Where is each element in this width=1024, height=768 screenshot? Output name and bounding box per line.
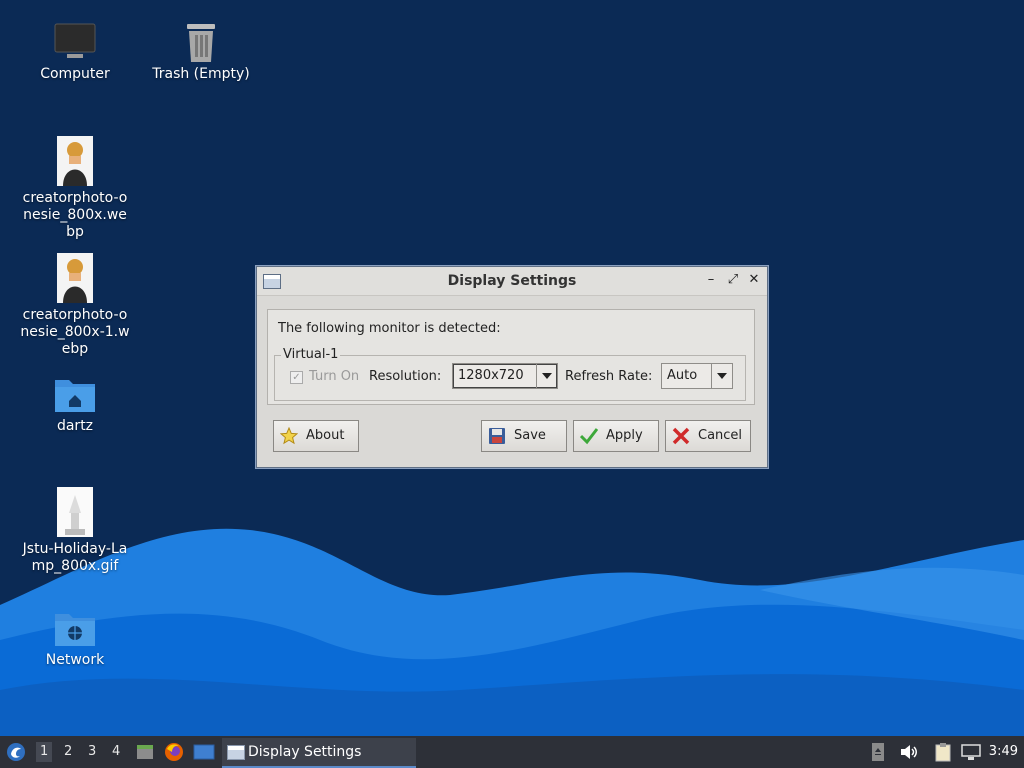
window-app-icon [227,745,245,760]
workspace-4[interactable]: 4 [112,744,120,759]
eject-icon[interactable] [871,742,885,762]
detected-monitor-text: The following monitor is detected: [278,321,501,336]
network-status-icon[interactable] [960,742,982,762]
minimize-icon[interactable]: – [703,272,719,288]
start-menu-icon[interactable] [6,742,26,762]
cancel-button-label: Cancel [698,428,743,443]
taskbar-task-display-settings[interactable]: Display Settings [222,738,416,768]
refresh-rate-value: Auto [667,368,698,383]
display-settings-dialog: Display Settings – ⤢ ✕ The following mon… [256,266,768,468]
show-desktop-icon[interactable] [193,742,215,762]
desktop-icon-image-file[interactable]: creatorphoto-onesie_800x.webp [16,136,134,241]
desktop-icon-computer[interactable]: Computer [16,22,134,83]
cancel-button[interactable]: Cancel [665,420,751,452]
workspace-1[interactable]: 1 [36,742,53,762]
maximize-icon[interactable]: ⤢ [725,272,741,288]
dialog-content-panel: The following monitor is detected: Virtu… [267,309,755,405]
volume-icon[interactable] [899,742,919,762]
clipboard-icon[interactable] [933,742,953,762]
home-folder-icon [55,380,95,412]
taskbar: 1 2 3 4 Display Settings 3:49 [0,736,1024,768]
desktop-icon-network[interactable]: Network [16,608,134,669]
image-thumbnail-icon [57,136,93,186]
firefox-icon[interactable] [164,742,184,762]
chevron-down-icon [711,364,732,388]
turn-on-label: Turn On [309,369,360,384]
about-button-label: About [306,428,345,443]
dialog-titlebar[interactable]: Display Settings – ⤢ ✕ [257,267,767,296]
desktop-icon-label: Jstu-Holiday-Lamp_800x.gif [22,541,128,574]
desktop-icon-label: creatorphoto-onesie_800x.webp [22,190,128,240]
desktop-icon-label: dartz [56,418,94,434]
desktop-icon-label: Computer [40,66,110,82]
workspace-2[interactable]: 2 [64,744,72,759]
image-thumbnail-icon [57,253,93,303]
monitor-name: Virtual-1 [281,347,341,362]
file-manager-icon[interactable] [135,742,155,762]
red-x-icon [672,427,690,445]
turn-on-checkbox[interactable]: ✓ [290,371,303,384]
monitor-frame: Virtual-1 ✓ Turn On Resolution: 1280x720… [274,347,746,401]
apply-button[interactable]: Apply [573,420,659,452]
desktop-icon-label: creatorphoto-onesie_800x-1.webp [20,307,130,357]
save-button[interactable]: Save [481,420,567,452]
resolution-label: Resolution: [369,369,442,384]
save-button-label: Save [514,428,546,443]
desktop-icon-image-file[interactable]: Jstu-Holiday-Lamp_800x.gif [16,487,134,575]
apply-button-label: Apply [606,428,643,443]
desktop-icon-home-folder[interactable]: dartz [16,374,134,435]
refresh-rate-label: Refresh Rate: [565,369,653,384]
clock[interactable]: 3:49 [989,744,1018,759]
network-folder-icon [55,614,95,646]
desktop-icon-label: Network [45,652,105,668]
refresh-rate-dropdown[interactable]: Auto [661,363,733,389]
floppy-disk-icon [489,428,505,444]
close-icon[interactable]: ✕ [746,272,762,288]
image-thumbnail-icon [57,487,93,537]
chevron-down-icon [536,364,557,388]
trash-icon [187,24,215,62]
taskbar-task-title: Display Settings [248,744,362,760]
workspace-3[interactable]: 3 [88,744,96,759]
star-icon [280,427,298,445]
resolution-value: 1280x720 [458,368,524,383]
resolution-dropdown[interactable]: 1280x720 [452,363,558,389]
desktop-icon-image-file[interactable]: creatorphoto-onesie_800x-1.webp [16,253,134,358]
desktop-icon-trash[interactable]: Trash (Empty) [142,22,260,83]
checkmark-icon [580,428,598,445]
about-button[interactable]: About [273,420,359,452]
computer-icon [54,23,96,58]
desktop-icon-label: Trash (Empty) [152,66,250,82]
dialog-title: Display Settings [447,273,577,289]
